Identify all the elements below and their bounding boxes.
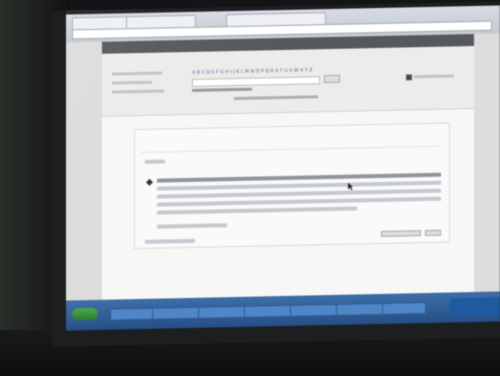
nav-item[interactable]: [116, 41, 122, 53]
taskbar-button[interactable]: [290, 303, 338, 317]
alphabet-letter-link[interactable]: P: [261, 69, 264, 74]
alphabet-letter-link[interactable]: F: [216, 70, 219, 75]
option-label: [414, 74, 454, 79]
nav-item[interactable]: [140, 41, 146, 53]
alphabet-letter-link[interactable]: U: [284, 69, 287, 74]
result-text-line: [157, 196, 441, 207]
alphabet-index: ABCDEFGHIJKLMNOPQRSTUVWXYZ: [192, 68, 312, 76]
nav-item[interactable]: [148, 41, 154, 53]
alphabet-letter-link[interactable]: O: [256, 69, 260, 74]
system-tray: [450, 297, 500, 317]
search-button[interactable]: [324, 74, 340, 84]
alphabet-letter-link[interactable]: G: [220, 70, 224, 75]
monitor-screen: ABCDEFGHIJKLMNOPQRSTUVWXYZ: [66, 5, 500, 331]
taskbar-button[interactable]: [244, 304, 292, 318]
alphabet-letter-link[interactable]: B: [197, 71, 200, 76]
option-checkbox[interactable]: [406, 74, 412, 81]
alphabet-letter-link[interactable]: L: [241, 70, 244, 75]
result-meta: [145, 159, 165, 164]
alphabet-letter-link[interactable]: D: [206, 71, 210, 76]
alphabet-letter-link[interactable]: Q: [265, 69, 269, 74]
alphabet-letter-link[interactable]: W: [294, 69, 299, 74]
alphabet-letter-link[interactable]: X: [300, 69, 303, 74]
divider: [141, 145, 441, 153]
alphabet-letter-link[interactable]: E: [211, 70, 214, 75]
alphabet-letter-link[interactable]: R: [271, 69, 274, 74]
alphabet-letter-link[interactable]: I: [230, 70, 231, 75]
alphabet-letter-link[interactable]: S: [275, 69, 278, 74]
taskbar-button[interactable]: [152, 306, 200, 320]
mouse-cursor-icon: [348, 182, 353, 191]
taskbar-button[interactable]: [336, 302, 384, 316]
taskbar-button[interactable]: [110, 307, 154, 321]
browse-label: [112, 71, 162, 76]
alphabet-letter-link[interactable]: H: [225, 70, 228, 75]
result-action-button[interactable]: [425, 229, 441, 237]
page-gutter-right: [474, 33, 500, 292]
alphabet-letter-link[interactable]: Y: [305, 68, 308, 73]
nav-item[interactable]: [156, 41, 162, 53]
web-page: ABCDEFGHIJKLMNOPQRSTUVWXYZ: [102, 33, 474, 300]
taskbar-button[interactable]: [382, 302, 426, 315]
nav-item[interactable]: [108, 42, 114, 54]
result-text-line: [157, 206, 357, 215]
alphabet-letter-link[interactable]: C: [202, 71, 205, 76]
nav-item[interactable]: [132, 41, 138, 53]
field-value: [192, 87, 252, 92]
alphabet-letter-link[interactable]: Z: [309, 68, 312, 73]
field-label: [112, 80, 152, 85]
entry-bullet-icon: [145, 178, 154, 186]
alphabet-letter-link[interactable]: M: [245, 70, 249, 75]
alphabet-letter-link[interactable]: J: [233, 70, 234, 75]
alphabet-letter-link[interactable]: N: [251, 70, 254, 75]
result-footer-link[interactable]: [145, 238, 195, 244]
alphabet-letter-link[interactable]: K: [236, 70, 239, 75]
start-button[interactable]: [72, 307, 98, 321]
result-footer-text: [157, 223, 227, 229]
alphabet-letter-link[interactable]: V: [289, 69, 292, 74]
alphabet-letter-link[interactable]: A: [192, 71, 195, 76]
search-panel: ABCDEFGHIJKLMNOPQRSTUVWXYZ: [102, 45, 474, 117]
result-action-link[interactable]: [381, 230, 421, 237]
nav-item[interactable]: [164, 40, 170, 52]
page-gutter-left: [66, 41, 102, 301]
result-card: [134, 122, 450, 250]
field-label: [112, 89, 164, 94]
nav-item[interactable]: [124, 41, 130, 53]
search-input[interactable]: [192, 76, 320, 87]
taskbar-button[interactable]: [198, 305, 246, 319]
alphabet-letter-link[interactable]: T: [280, 69, 283, 74]
helper-text: [234, 95, 318, 101]
